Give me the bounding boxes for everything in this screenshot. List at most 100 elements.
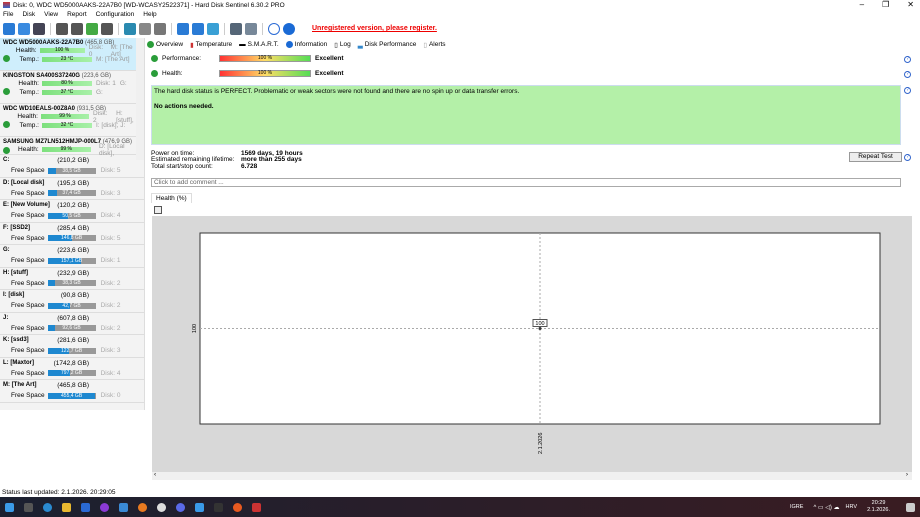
disk-list-scrollbar[interactable] <box>136 38 144 160</box>
tray-icons[interactable]: ^ ▭ ◁) ☁ <box>813 504 839 511</box>
edge-icon[interactable] <box>43 502 52 512</box>
help-icon[interactable]: ? <box>904 71 911 78</box>
drive-size: (210,2 GB) <box>57 157 89 164</box>
drive-item[interactable]: G: (223,6 GB) Free Space 157,1 GB Disk: 1 <box>0 245 144 268</box>
gear-icon[interactable] <box>230 22 242 35</box>
menu-help[interactable]: Help <box>143 11 156 18</box>
tab-smart[interactable]: ▬ S.M.A.R.T. <box>239 41 279 48</box>
disk-list-icon[interactable] <box>33 22 45 35</box>
disk-item[interactable]: WDC WD10EALS-00Z8A0 (931,5 GB) Health: 99… <box>0 104 144 137</box>
clock[interactable]: 20:29 2.1.2026. <box>867 500 890 514</box>
check-icon <box>3 147 10 154</box>
performance-label: Performance: <box>162 55 202 62</box>
drive-name: F: [SSD2] <box>3 224 30 231</box>
register-link[interactable]: Unregistered version, please register. <box>312 25 437 32</box>
free-space-bar: 38,3 GB <box>47 280 96 286</box>
disk-ok-icon[interactable] <box>86 22 98 35</box>
drive-item[interactable]: L: [Maxtor] (1742,8 GB) Free Space 797,2 G… <box>0 358 144 380</box>
help-icon[interactable] <box>268 22 280 35</box>
disk-item[interactable]: KINGSTON SA400S37240G (223,6 GB) Health:… <box>0 71 144 104</box>
help-icon[interactable]: ? <box>904 87 911 94</box>
performance-icon: ▃ <box>357 41 363 49</box>
close-button[interactable]: ✕ <box>907 0 914 9</box>
save-icon[interactable] <box>154 206 162 214</box>
drive-item[interactable]: H: [stuff] (232,9 GB) Free Space 38,3 GB Di… <box>0 268 144 290</box>
notifications-icon[interactable] <box>906 502 915 512</box>
health-chart: 100 2.1.2026 100 <box>152 216 912 472</box>
app-icon[interactable] <box>100 502 109 512</box>
menu-view[interactable]: View <box>44 11 58 18</box>
drive-item[interactable]: J: (607,8 GB) Free Space 92,6 GB Disk: 2 <box>0 313 144 335</box>
app-icon <box>3 2 10 8</box>
check-icon <box>147 41 154 48</box>
drive-item[interactable]: M: [The Art] (465,8 GB) Free Space 455,4 G… <box>0 380 144 403</box>
refresh-all-icon[interactable] <box>18 22 30 35</box>
maximize-button[interactable]: ❐ <box>882 0 889 9</box>
tools-icon[interactable] <box>139 22 151 35</box>
tab-temperature[interactable]: ▮ Temperature <box>190 41 232 49</box>
mail-icon[interactable] <box>192 22 204 35</box>
refresh-icon[interactable] <box>3 22 15 35</box>
discord-icon[interactable] <box>176 502 185 512</box>
drive-name: D: [Local disk] <box>3 179 45 186</box>
health-bar: 80 % <box>42 81 92 86</box>
language-indicator[interactable]: HRV <box>846 504 858 510</box>
disk-report-icon[interactable] <box>101 22 113 35</box>
drive-size: (281,6 GB) <box>57 337 89 344</box>
tab-overview[interactable]: Overview <box>147 41 183 48</box>
menu-disk[interactable]: Disk <box>22 11 35 18</box>
hard-disk-sentinel-icon[interactable] <box>252 502 261 512</box>
drive-item[interactable]: C: (210,2 GB) Free Space 38,5 GB Disk: 5 <box>0 155 144 178</box>
startstop-value: 6.728 <box>241 162 258 170</box>
menu-file[interactable]: File <box>3 11 13 18</box>
tab-alerts[interactable]: ▯ Alerts <box>423 41 445 49</box>
drive-item[interactable]: K: [ssd3] (281,6 GB) Free Space 122,7 GB Di… <box>0 335 144 358</box>
tab-information[interactable]: Information <box>285 41 327 48</box>
chart-scrollbar[interactable]: ‹ › <box>152 471 912 480</box>
free-space-bar: 146,8 GB <box>47 235 96 241</box>
menu-report[interactable]: Report <box>67 11 87 18</box>
tab-disk-performance[interactable]: ▃ Disk Performance <box>358 41 417 49</box>
drive-name: C: <box>3 157 10 163</box>
file-explorer-icon[interactable] <box>62 502 71 512</box>
game-lang[interactable]: IGRE <box>790 504 803 510</box>
disk-test-icon[interactable] <box>71 22 83 35</box>
disk-item[interactable]: WDC WD5000AAKS-22A7B0 (465,8 GB) Health:… <box>0 38 144 71</box>
drive-item[interactable]: D: [Local disk] (195,3 GB) Free Space 37,4… <box>0 178 144 200</box>
app-icon[interactable] <box>157 502 166 512</box>
windows-start-icon[interactable] <box>5 502 14 512</box>
firefox-icon[interactable] <box>233 502 242 512</box>
printer-icon[interactable] <box>154 22 166 35</box>
menu-configuration[interactable]: Configuration <box>96 11 135 18</box>
app-icon[interactable] <box>195 502 204 512</box>
network-icon[interactable] <box>124 22 136 35</box>
info-icon[interactable] <box>283 22 295 35</box>
app-icon[interactable] <box>138 502 147 512</box>
info-icon <box>285 41 293 48</box>
free-space-bar: 42,7 GB <box>47 302 96 309</box>
message-icon[interactable] <box>207 22 219 35</box>
help-icon[interactable]: ? <box>904 56 911 63</box>
minimize-button[interactable]: – <box>860 0 864 9</box>
drive-item[interactable]: F: [SSD2] (285,4 GB) Free Space 146,8 GB Di… <box>0 223 144 245</box>
task-view-icon[interactable] <box>24 502 33 512</box>
drive-item[interactable]: I: [disk] (90,8 GB) Free Space 42,7 GB Disk… <box>0 290 144 313</box>
notepad-icon[interactable] <box>177 22 189 35</box>
disk-item[interactable]: SAMSUNG MZ7LN512HMJP-000L7 (476,9 GB) He… <box>0 137 144 157</box>
tab-health-chart[interactable]: Health (%) <box>151 193 192 203</box>
drive-size: (120,2 GB) <box>57 202 89 209</box>
drive-item[interactable]: E: [New Volume] (120,2 GB) Free Space 50,5… <box>0 200 144 223</box>
health-row: Health: 100 % Excellent <box>151 70 344 77</box>
store-icon[interactable] <box>81 502 90 512</box>
app-icon[interactable] <box>119 502 128 512</box>
repeat-test-button[interactable]: Repeat Test <box>849 152 902 162</box>
comment-input[interactable]: Click to add comment ... <box>151 178 901 187</box>
status-text: The hard disk status is PERFECT. Problem… <box>154 88 520 95</box>
check-icon <box>3 88 10 95</box>
options-icon[interactable] <box>245 22 257 35</box>
help-icon[interactable]: ? <box>904 154 911 161</box>
check-icon <box>151 70 158 77</box>
tab-log[interactable]: ▯ Log <box>334 41 350 49</box>
disk-icon[interactable] <box>56 22 68 35</box>
app-icon[interactable] <box>214 502 223 512</box>
